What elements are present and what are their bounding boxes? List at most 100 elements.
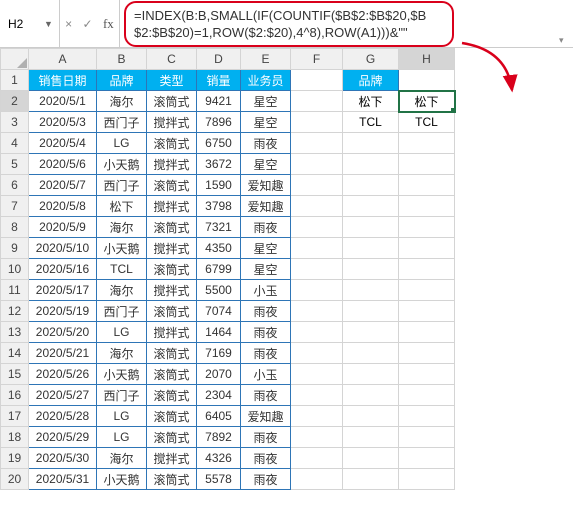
cell-E20[interactable]: 雨夜 [241, 469, 291, 490]
cell-A8[interactable]: 2020/5/9 [29, 217, 97, 238]
cell-E7[interactable]: 爱知趣 [241, 196, 291, 217]
cell-B13[interactable]: LG [97, 322, 147, 343]
cell-G15[interactable] [343, 364, 399, 385]
cell-G17[interactable] [343, 406, 399, 427]
cell-C4[interactable]: 滚筒式 [147, 133, 197, 154]
cell-B20[interactable]: 小天鹅 [97, 469, 147, 490]
cell-F9[interactable] [291, 238, 343, 259]
cell-F10[interactable] [291, 259, 343, 280]
cell-C11[interactable]: 搅拌式 [147, 280, 197, 301]
col-head-A[interactable]: A [29, 49, 97, 70]
cell-D5[interactable]: 3672 [197, 154, 241, 175]
cell-B15[interactable]: 小天鹅 [97, 364, 147, 385]
cell-D3[interactable]: 7896 [197, 112, 241, 133]
cell-G11[interactable] [343, 280, 399, 301]
cell-D4[interactable]: 6750 [197, 133, 241, 154]
cell-B16[interactable]: 西门子 [97, 385, 147, 406]
cell-B6[interactable]: 西门子 [97, 175, 147, 196]
cell-H12[interactable] [399, 301, 455, 322]
cell-E18[interactable]: 雨夜 [241, 427, 291, 448]
row-head-15[interactable]: 15 [1, 364, 29, 385]
cell-E8[interactable]: 雨夜 [241, 217, 291, 238]
header-A[interactable]: 销售日期 [29, 70, 97, 91]
cell-A7[interactable]: 2020/5/8 [29, 196, 97, 217]
cell-D18[interactable]: 7892 [197, 427, 241, 448]
row-head-7[interactable]: 7 [1, 196, 29, 217]
cell-F14[interactable] [291, 343, 343, 364]
row-head-2[interactable]: 2 [1, 91, 29, 112]
select-all-corner[interactable] [1, 49, 29, 70]
cell-G10[interactable] [343, 259, 399, 280]
cell-B19[interactable]: 海尔 [97, 448, 147, 469]
cell-C13[interactable]: 搅拌式 [147, 322, 197, 343]
cell-F7[interactable] [291, 196, 343, 217]
cell-D12[interactable]: 7074 [197, 301, 241, 322]
cell-G19[interactable] [343, 448, 399, 469]
cell-E17[interactable]: 爱知趣 [241, 406, 291, 427]
name-box-dropdown-icon[interactable]: ▼ [44, 19, 53, 29]
row-head-3[interactable]: 3 [1, 112, 29, 133]
cell-D8[interactable]: 7321 [197, 217, 241, 238]
name-box[interactable]: ▼ [0, 0, 60, 47]
cell-A6[interactable]: 2020/5/7 [29, 175, 97, 196]
cell-A19[interactable]: 2020/5/30 [29, 448, 97, 469]
cell-A2[interactable]: 2020/5/1 [29, 91, 97, 112]
cell-G5[interactable] [343, 154, 399, 175]
cell-H15[interactable] [399, 364, 455, 385]
cell-E19[interactable]: 雨夜 [241, 448, 291, 469]
row-head-20[interactable]: 20 [1, 469, 29, 490]
cell-D17[interactable]: 6405 [197, 406, 241, 427]
cell-E5[interactable]: 星空 [241, 154, 291, 175]
cell-H16[interactable] [399, 385, 455, 406]
cell-C19[interactable]: 搅拌式 [147, 448, 197, 469]
cell-H13[interactable] [399, 322, 455, 343]
cell-H11[interactable] [399, 280, 455, 301]
cell-A12[interactable]: 2020/5/19 [29, 301, 97, 322]
cell-B18[interactable]: LG [97, 427, 147, 448]
cell-G20[interactable] [343, 469, 399, 490]
cell-A5[interactable]: 2020/5/6 [29, 154, 97, 175]
row-head-19[interactable]: 19 [1, 448, 29, 469]
cell-A16[interactable]: 2020/5/27 [29, 385, 97, 406]
row-head-14[interactable]: 14 [1, 343, 29, 364]
cell-A3[interactable]: 2020/5/3 [29, 112, 97, 133]
cell-B2[interactable]: 海尔 [97, 91, 147, 112]
cell-C3[interactable]: 搅拌式 [147, 112, 197, 133]
spreadsheet-grid[interactable]: ABCDEFGH1销售日期品牌类型销量业务员品牌22020/5/1海尔滚筒式94… [0, 48, 573, 490]
row-head-6[interactable]: 6 [1, 175, 29, 196]
confirm-icon[interactable]: ✓ [83, 17, 93, 31]
cell-F12[interactable] [291, 301, 343, 322]
cell-H1[interactable] [399, 70, 455, 91]
cell-C6[interactable]: 滚筒式 [147, 175, 197, 196]
cell-F13[interactable] [291, 322, 343, 343]
cell-F1[interactable] [291, 70, 343, 91]
cell-F8[interactable] [291, 217, 343, 238]
cell-B17[interactable]: LG [97, 406, 147, 427]
cell-G2[interactable]: 松下 [343, 91, 399, 112]
cell-C10[interactable]: 滚筒式 [147, 259, 197, 280]
formula-text[interactable]: =INDEX(B:B,SMALL(IF(COUNTIF($B$2:$B$20,$… [124, 1, 454, 47]
row-head-12[interactable]: 12 [1, 301, 29, 322]
row-head-8[interactable]: 8 [1, 217, 29, 238]
cell-B3[interactable]: 西门子 [97, 112, 147, 133]
cell-F11[interactable] [291, 280, 343, 301]
cell-E2[interactable]: 星空 [241, 91, 291, 112]
cell-D10[interactable]: 6799 [197, 259, 241, 280]
cell-C16[interactable]: 滚筒式 [147, 385, 197, 406]
cell-G13[interactable] [343, 322, 399, 343]
cell-A11[interactable]: 2020/5/17 [29, 280, 97, 301]
cell-C9[interactable]: 搅拌式 [147, 238, 197, 259]
cell-D15[interactable]: 2070 [197, 364, 241, 385]
cell-F15[interactable] [291, 364, 343, 385]
cell-B8[interactable]: 海尔 [97, 217, 147, 238]
cell-E16[interactable]: 雨夜 [241, 385, 291, 406]
cell-D9[interactable]: 4350 [197, 238, 241, 259]
cell-H17[interactable] [399, 406, 455, 427]
cell-B9[interactable]: 小天鹅 [97, 238, 147, 259]
row-head-1[interactable]: 1 [1, 70, 29, 91]
cell-C7[interactable]: 搅拌式 [147, 196, 197, 217]
cell-A20[interactable]: 2020/5/31 [29, 469, 97, 490]
cell-G16[interactable] [343, 385, 399, 406]
cell-G8[interactable] [343, 217, 399, 238]
cell-E15[interactable]: 小玉 [241, 364, 291, 385]
